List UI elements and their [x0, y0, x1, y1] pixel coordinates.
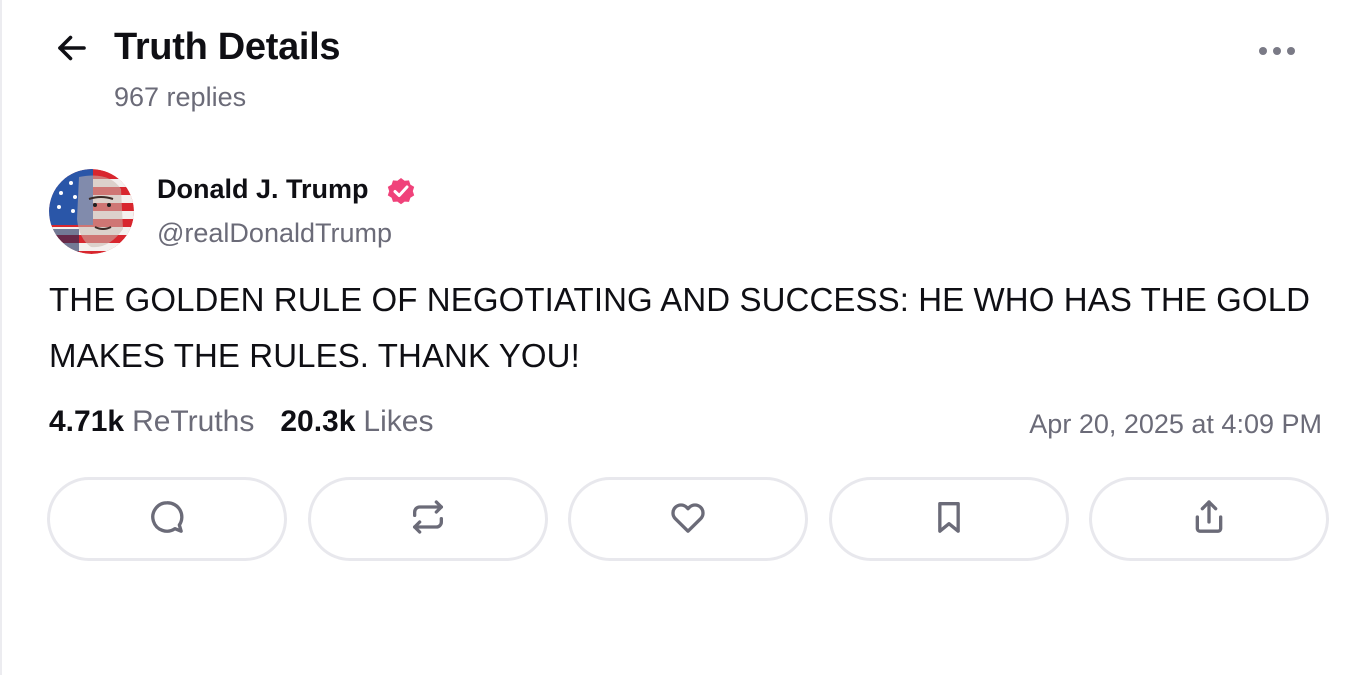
- retruths-count: 4.71k: [49, 405, 125, 438]
- author-name[interactable]: Donald J. Trump: [157, 174, 369, 205]
- page-title: Truth Details: [114, 26, 341, 68]
- likes-count: 20.3k: [280, 405, 356, 438]
- repost-icon: [408, 497, 448, 542]
- post-body: THE GOLDEN RULE OF NEGOTIATING AND SUCCE…: [49, 281, 1311, 374]
- bookmark-button[interactable]: [828, 477, 1069, 561]
- share-icon: [1189, 497, 1229, 542]
- more-horizontal-icon: [1257, 44, 1297, 62]
- retruths-stat[interactable]: 4.71k ReTruths: [49, 405, 254, 439]
- post-timestamp: Apr 20, 2025 at 4:09 PM: [1029, 409, 1322, 439]
- retruth-button[interactable]: [307, 477, 548, 561]
- post-stats: 4.71k ReTruths 20.3k Likes: [49, 405, 433, 439]
- verified-badge-icon: [385, 175, 417, 207]
- more-options-button[interactable]: [1254, 38, 1300, 68]
- truth-details-page: Truth Details 967 replies Donald J. Trum…: [0, 0, 1352, 675]
- reply-button[interactable]: [47, 477, 287, 561]
- heart-icon: [668, 497, 708, 542]
- comment-icon: [147, 497, 187, 542]
- action-bar: [47, 477, 1329, 561]
- author-handle[interactable]: @realDonaldTrump: [157, 218, 392, 249]
- retruths-label: ReTruths: [132, 405, 255, 438]
- avatar[interactable]: [49, 169, 134, 254]
- back-button[interactable]: [52, 30, 92, 70]
- likes-stat[interactable]: 20.3k Likes: [280, 405, 433, 439]
- reply-count: 967 replies: [114, 82, 247, 112]
- arrow-left-icon: [54, 30, 90, 71]
- share-button[interactable]: [1089, 477, 1329, 561]
- bookmark-icon: [929, 497, 969, 542]
- like-button[interactable]: [568, 477, 808, 561]
- likes-label: Likes: [363, 405, 434, 438]
